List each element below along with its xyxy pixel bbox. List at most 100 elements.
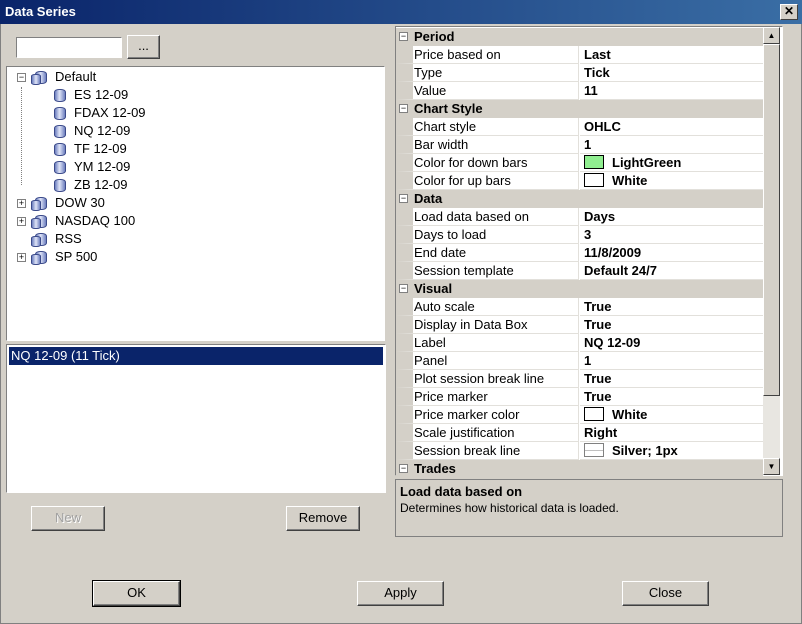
tree-item-instrument[interactable]: YM 12-09 (54, 158, 254, 176)
collapse-icon[interactable]: − (399, 104, 408, 113)
property-row[interactable]: Load data based on Days (396, 208, 763, 226)
collapse-icon[interactable]: − (399, 464, 408, 473)
property-row[interactable]: Label NQ 12-09 (396, 334, 763, 352)
property-value[interactable]: True (580, 298, 763, 316)
tree-item-instrument[interactable]: ZB 12-09 (54, 176, 254, 194)
property-value[interactable]: Silver; 1px (580, 442, 763, 460)
scroll-thumb[interactable] (763, 44, 780, 396)
property-name: Bar width (396, 136, 579, 154)
tree-item-list[interactable]: + NASDAQ 100 (17, 212, 235, 230)
instrument-icon (54, 125, 66, 138)
property-value[interactable]: NQ 12-09 (580, 334, 763, 352)
collapse-icon[interactable]: − (399, 194, 408, 203)
selected-series-list[interactable]: NQ 12-09 (11 Tick) (6, 344, 386, 493)
collapse-icon[interactable]: − (399, 284, 408, 293)
apply-button[interactable]: Apply (357, 581, 444, 606)
property-name: Plot session break line (396, 370, 579, 388)
tree-item-instrument[interactable]: TF 12-09 (54, 140, 254, 158)
tree-item-default[interactable]: − Default (17, 68, 235, 86)
close-window-button[interactable]: ✕ (780, 4, 798, 20)
close-button[interactable]: Close (622, 581, 709, 606)
remove-button[interactable]: Remove (286, 506, 360, 531)
property-value[interactable]: True (580, 316, 763, 334)
property-value[interactable]: Days (580, 208, 763, 226)
tree-item-instrument[interactable]: ES 12-09 (54, 86, 254, 104)
property-value-text: NQ 12-09 (584, 335, 641, 350)
instrument-icon (54, 161, 66, 174)
new-button[interactable]: New (31, 506, 105, 531)
instrument-icon (54, 89, 66, 102)
property-grid-scrollbar[interactable]: ▲ ▼ (763, 27, 780, 475)
property-row[interactable]: Scale justification Right (396, 424, 763, 442)
property-row[interactable]: Days to load 3 (396, 226, 763, 244)
property-value[interactable]: Default 24/7 (580, 262, 763, 280)
property-value[interactable]: Tick (580, 64, 763, 82)
property-row[interactable]: Panel 1 (396, 352, 763, 370)
property-row[interactable]: Value 11 (396, 82, 763, 100)
selected-series-item[interactable]: NQ 12-09 (11 Tick) (9, 347, 383, 365)
category-row[interactable]: − Trades (396, 460, 763, 478)
property-row[interactable]: Chart style OHLC (396, 118, 763, 136)
property-row[interactable]: Bar width 1 (396, 136, 763, 154)
property-value[interactable]: True (580, 370, 763, 388)
property-name: Display in Data Box (396, 316, 579, 334)
property-row[interactable]: Color for down bars LightGreen (396, 154, 763, 172)
property-row[interactable]: Plot session break line True (396, 370, 763, 388)
property-value[interactable]: 11 (580, 82, 763, 100)
category-label: Period (414, 29, 455, 44)
property-row[interactable]: Display in Data Box True (396, 316, 763, 334)
tree-item-instrument[interactable]: FDAX 12-09 (54, 104, 254, 122)
expand-icon[interactable]: + (17, 253, 26, 262)
property-name: Type (396, 64, 579, 82)
tree-item-label: ZB 12-09 (74, 177, 128, 192)
instrument-tree[interactable]: − Default ES 12-09 FDAX 12-09 NQ 12-09 TF 12-… (6, 66, 385, 341)
category-label: Data (414, 191, 443, 206)
ok-button[interactable]: OK (92, 580, 181, 607)
collapse-icon[interactable]: − (399, 32, 408, 41)
tree-connector (21, 87, 22, 185)
collapse-icon[interactable]: − (17, 73, 26, 82)
property-row[interactable]: Session template Default 24/7 (396, 262, 763, 280)
category-row[interactable]: − Visual (396, 280, 763, 298)
property-value[interactable]: White (580, 172, 763, 190)
property-grid[interactable]: − Period Price based on Last Type Tick Value 11… (395, 26, 783, 478)
property-name: Scale justification (396, 424, 579, 442)
tree-item-list[interactable]: + DOW 30 (17, 194, 235, 212)
category-row[interactable]: − Data (396, 190, 763, 208)
property-value[interactable]: Right (580, 424, 763, 442)
property-row[interactable]: + Session break line Silver; 1px (396, 442, 763, 460)
color-swatch (584, 155, 604, 169)
property-value[interactable]: 1 (580, 352, 763, 370)
property-row[interactable]: Color for up bars White (396, 172, 763, 190)
property-value[interactable]: 3 (580, 226, 763, 244)
property-row[interactable]: End date 11/8/2009 (396, 244, 763, 262)
tree-item-list[interactable]: + SP 500 (17, 248, 235, 266)
property-value[interactable]: Last (580, 46, 763, 64)
instrument-icon (54, 107, 66, 120)
property-row[interactable]: Auto scale True (396, 298, 763, 316)
property-value[interactable]: 11/8/2009 (580, 244, 763, 262)
property-row[interactable]: Type Tick (396, 64, 763, 82)
property-value[interactable]: True (580, 388, 763, 406)
scroll-down-arrow-icon[interactable]: ▼ (763, 458, 780, 475)
property-value-text: White (612, 407, 648, 422)
category-row[interactable]: − Period (396, 28, 763, 46)
property-name: Days to load (396, 226, 579, 244)
property-value-text: 11 (584, 83, 598, 98)
property-row[interactable]: Price marker color White (396, 406, 763, 424)
property-value[interactable]: OHLC (580, 118, 763, 136)
property-row[interactable]: Price based on Last (396, 46, 763, 64)
property-value[interactable]: LightGreen (580, 154, 763, 172)
property-value[interactable]: White (580, 406, 763, 424)
tree-item-list[interactable]: RSS (31, 230, 235, 248)
scroll-up-arrow-icon[interactable]: ▲ (763, 27, 780, 44)
expand-icon[interactable]: + (17, 217, 26, 226)
expand-icon[interactable]: + (17, 199, 26, 208)
tree-item-instrument[interactable]: NQ 12-09 (54, 122, 254, 140)
browse-button[interactable]: ... (127, 35, 160, 59)
category-row[interactable]: − Chart Style (396, 100, 763, 118)
property-row[interactable]: Price marker True (396, 388, 763, 406)
instrument-search-input[interactable] (16, 37, 122, 58)
property-value[interactable]: 1 (580, 136, 763, 154)
property-name: Label (396, 334, 579, 352)
